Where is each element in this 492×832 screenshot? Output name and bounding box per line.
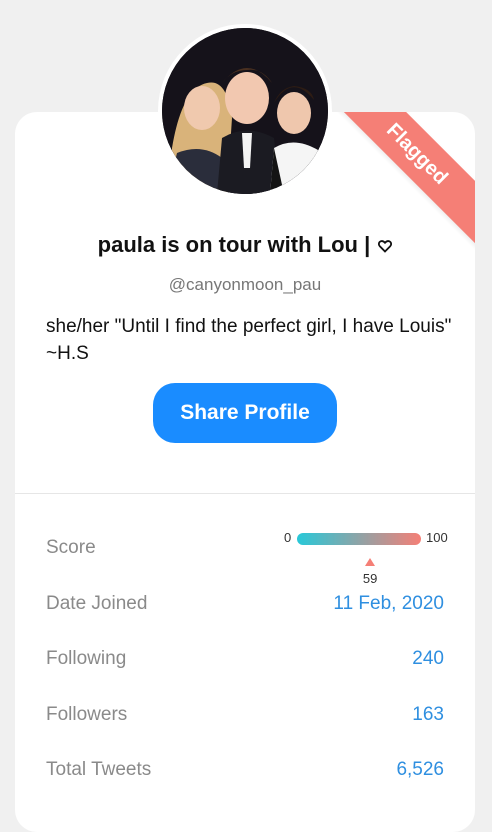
- profile-bio: she/her "Until I find the perfect girl, …: [46, 316, 452, 364]
- total-tweets-label: Total Tweets: [46, 759, 152, 780]
- heart-outline-icon: [378, 233, 393, 259]
- total-tweets-value[interactable]: 6,526: [396, 759, 444, 781]
- following-label: Following: [46, 648, 127, 669]
- profile-name-text: paula is on tour with Lou |: [97, 232, 371, 257]
- profile-name: paula is on tour with Lou |: [15, 232, 475, 259]
- flagged-ribbon: Flagged: [323, 112, 475, 248]
- score-marker: [365, 558, 376, 566]
- share-profile-button[interactable]: Share Profile: [153, 383, 337, 443]
- following-value[interactable]: 240: [412, 648, 444, 670]
- avatar-photo: [162, 28, 328, 194]
- date-joined-value: 11 Feb, 2020: [333, 593, 444, 614]
- avatar-image-placeholder: [162, 28, 328, 194]
- score-label: Score: [46, 537, 96, 558]
- date-joined-label: Date Joined: [46, 593, 148, 614]
- score-min-label: 0: [284, 530, 292, 545]
- score-gradient-bar: [297, 533, 421, 545]
- score-max-label: 100: [426, 530, 448, 545]
- divider: [15, 493, 475, 494]
- followers-value[interactable]: 163: [412, 704, 444, 726]
- avatar: [158, 24, 332, 198]
- followers-label: Followers: [46, 704, 128, 725]
- score-value: 59: [362, 571, 378, 586]
- profile-handle: @canyonmoon_pau: [168, 275, 322, 294]
